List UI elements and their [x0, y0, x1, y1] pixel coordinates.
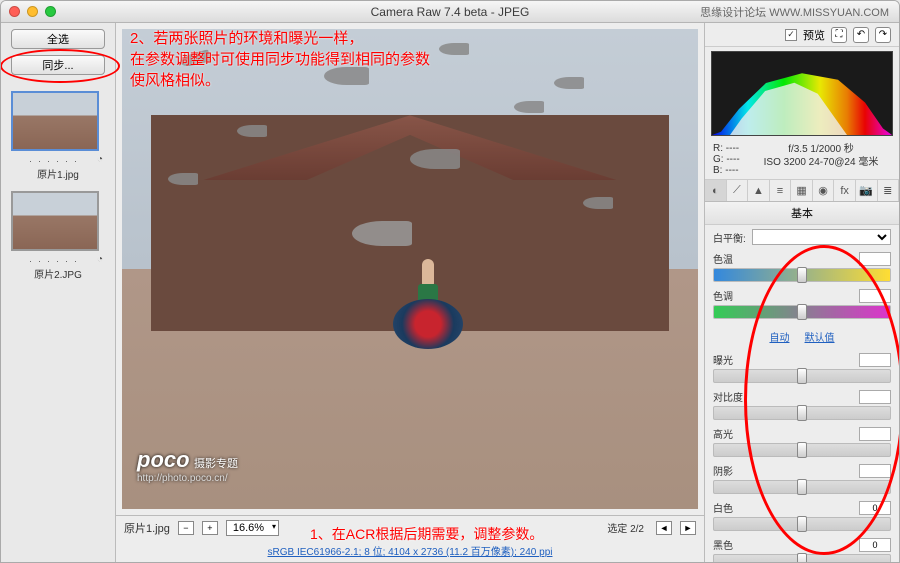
histogram[interactable]	[711, 51, 893, 136]
thumbnail-item[interactable]: . . . . . .◔ 原片1.jpg	[11, 91, 105, 181]
thumbnail-label: 原片1.jpg	[11, 166, 105, 181]
rotate-cw-button[interactable]: ↷	[875, 27, 891, 43]
temp-input[interactable]	[859, 252, 891, 266]
shadows-input[interactable]	[859, 464, 891, 478]
tab-curve-icon[interactable]: ⟋	[727, 180, 749, 201]
tab-hsl-icon[interactable]: ≡	[770, 180, 792, 201]
wb-select[interactable]	[752, 229, 891, 245]
thumbnail-label: 原片2.JPG	[11, 266, 105, 281]
zoom-window[interactable]	[45, 6, 56, 17]
tint-slider[interactable]	[713, 305, 891, 319]
blacks-input[interactable]	[859, 538, 891, 552]
auto-link[interactable]: 自动	[769, 333, 789, 344]
select-all-button[interactable]: 全选	[11, 29, 105, 49]
adjusted-icon: ◔	[97, 154, 105, 165]
contrast-slider[interactable]	[713, 406, 891, 420]
selection-count: 选定 2/2	[607, 520, 644, 535]
highlights-label: 高光	[713, 426, 733, 441]
next-image-button[interactable]: ►	[680, 521, 696, 535]
filename-label: 原片1.jpg	[124, 520, 170, 536]
contrast-label: 对比度	[713, 389, 743, 404]
whites-input[interactable]	[859, 501, 891, 515]
close-window[interactable]	[9, 6, 20, 17]
rotate-ccw-button[interactable]: ↶	[853, 27, 869, 43]
preview-checkbox[interactable]: ✓	[785, 29, 797, 41]
tab-lens-icon[interactable]: ◉	[813, 180, 835, 201]
preview-toolbar: 原片1.jpg − + 16.6% 选定 2/2 ◄ ►	[116, 515, 704, 539]
adjustments-panel: ✓ 预览 ⛶ ↶ ↷ R: ---- G: ---- B: ---- f/3.5…	[704, 23, 899, 562]
filmstrip-panel: 全选 同步... . . . . . .◔ 原片1.jpg . . . . . …	[1, 23, 116, 562]
exposure-input[interactable]	[859, 353, 891, 367]
minimize-window[interactable]	[27, 6, 38, 17]
tint-label: 色调	[713, 288, 733, 303]
blacks-slider[interactable]	[713, 554, 891, 562]
tab-camera-icon[interactable]: 📷	[856, 180, 878, 201]
image-preview[interactable]: poco 摄影专题 http://photo.poco.cn/	[122, 29, 698, 509]
thumbnail-item[interactable]: . . . . . .◔ 原片2.JPG	[11, 191, 105, 281]
adjusted-icon: ◔	[97, 254, 105, 265]
thumbnail-image	[11, 191, 99, 251]
default-link[interactable]: 默认值	[805, 333, 835, 344]
workflow-options-link[interactable]: sRGB IEC61966-2.1; 8 位; 4104 x 2736 (11.…	[268, 543, 553, 558]
wb-label: 白平衡:	[713, 230, 746, 245]
panel-title: 基本	[705, 202, 899, 225]
exposure-label: 曝光	[713, 352, 733, 367]
camera-metadata: R: ---- G: ---- B: ---- f/3.5 1/2000 秒 I…	[705, 140, 899, 180]
fullscreen-button[interactable]: ⛶	[831, 27, 847, 43]
zoom-out-button[interactable]: −	[178, 521, 194, 535]
panel-tabs: ◐ ⟋ ▲ ≡ ▦ ◉ fx 📷 ≣	[705, 180, 899, 202]
exposure-slider[interactable]	[713, 369, 891, 383]
tab-presets-icon[interactable]: ≣	[878, 180, 900, 201]
highlights-input[interactable]	[859, 427, 891, 441]
whites-slider[interactable]	[713, 517, 891, 531]
thumbnail-image	[11, 91, 99, 151]
window-title: Camera Raw 7.4 beta - JPEG	[371, 5, 530, 19]
zoom-in-button[interactable]: +	[202, 521, 218, 535]
titlebar: Camera Raw 7.4 beta - JPEG 思缘设计论坛 WWW.MI…	[1, 1, 899, 23]
prev-image-button[interactable]: ◄	[656, 521, 672, 535]
tab-basic-icon[interactable]: ◐	[705, 180, 727, 201]
synchronize-button[interactable]: 同步...	[11, 55, 105, 75]
watermark-poco: poco 摄影专题 http://photo.poco.cn/	[137, 447, 238, 484]
shadows-slider[interactable]	[713, 480, 891, 494]
tab-fx-icon[interactable]: fx	[834, 180, 856, 201]
watermark-site: 思缘设计论坛 WWW.MISSYUAN.COM	[700, 4, 889, 20]
shadows-label: 阴影	[713, 463, 733, 478]
highlights-slider[interactable]	[713, 443, 891, 457]
tab-split-icon[interactable]: ▦	[791, 180, 813, 201]
zoom-select[interactable]: 16.6%	[226, 520, 279, 536]
tint-input[interactable]	[859, 289, 891, 303]
temp-label: 色温	[713, 251, 733, 266]
temp-slider[interactable]	[713, 268, 891, 282]
contrast-input[interactable]	[859, 390, 891, 404]
tab-detail-icon[interactable]: ▲	[748, 180, 770, 201]
whites-label: 白色	[713, 500, 733, 515]
blacks-label: 黑色	[713, 537, 733, 552]
